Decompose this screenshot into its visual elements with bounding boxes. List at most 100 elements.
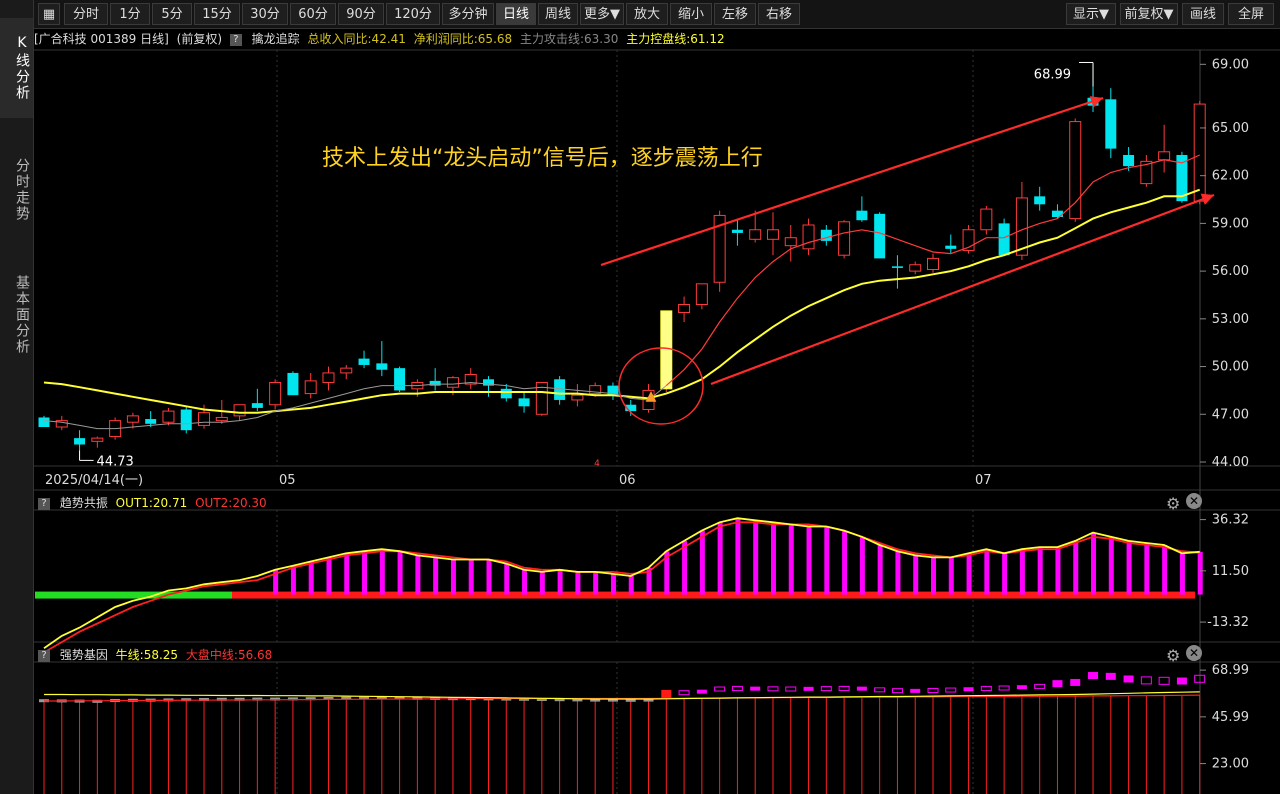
strength-box [767, 686, 779, 692]
candle-body [198, 412, 211, 426]
candle-body [322, 372, 335, 383]
candle [1034, 186, 1046, 211]
price-tick-label: 56.00 [1212, 264, 1249, 279]
out1-line [43, 517, 1200, 650]
candle [1051, 204, 1063, 219]
candle-body [784, 237, 797, 247]
candle [998, 218, 1010, 256]
trend-base-green [35, 591, 232, 599]
trend-bar [682, 540, 688, 595]
candle [394, 366, 406, 393]
candle [678, 296, 691, 323]
trend-bar [1073, 540, 1079, 595]
candle-body [358, 358, 370, 365]
candle [571, 384, 584, 407]
trend-bar [824, 526, 830, 595]
candle-body [571, 394, 584, 401]
strength-box [803, 686, 814, 691]
trend-bar [1162, 545, 1168, 595]
strength-box [980, 685, 992, 691]
out1-value: OUT1:20.71 [115, 496, 188, 510]
trend-bar [1197, 551, 1203, 595]
candle [304, 372, 317, 399]
strength-box [785, 686, 797, 692]
strength-box [1034, 683, 1046, 689]
candle-body [1158, 151, 1171, 161]
candle-body [1193, 103, 1206, 202]
trend-bar [1179, 553, 1185, 595]
help-icon[interactable]: ? [38, 497, 50, 510]
strength-box [820, 686, 832, 692]
candle [856, 196, 868, 222]
trend-bar [1002, 553, 1008, 595]
help-icon[interactable]: ? [38, 649, 50, 662]
candle-body [749, 229, 762, 240]
trend-bar [628, 576, 634, 595]
small-marker: 4 [594, 459, 600, 469]
trend-bar [593, 571, 599, 595]
strength-box [678, 690, 690, 696]
trend-bar [1019, 549, 1025, 595]
candle-body [998, 223, 1010, 256]
candle-body [1105, 99, 1117, 149]
trend-bar [362, 551, 368, 595]
settings-icon[interactable]: ⚙ [1166, 494, 1180, 513]
trend-bar [913, 555, 919, 595]
trend-bar [806, 526, 812, 595]
settings-icon[interactable]: ⚙ [1166, 646, 1180, 665]
chart-canvas[interactable]: ▲ 68.99 44.73 4 69.00 65.00 62.00 59.00 56.00 53… [0, 0, 1280, 794]
candle-body [251, 403, 263, 408]
strength-box [661, 689, 672, 698]
candle [660, 310, 673, 393]
trend-bar [1108, 536, 1114, 595]
candle-body [180, 409, 192, 431]
candle [731, 218, 743, 246]
strength-tick-label: 68.99 [1212, 663, 1249, 678]
candle-body [891, 266, 903, 268]
price-tick-label: 47.00 [1212, 407, 1249, 422]
candle-body [856, 210, 868, 221]
price-tick-label: 59.00 [1212, 216, 1249, 231]
candle [322, 366, 335, 391]
candle-body [145, 419, 157, 424]
trend-bar [1037, 547, 1043, 595]
trend-bar [753, 520, 759, 595]
trend-tick-label: 36.32 [1212, 513, 1249, 528]
out2-line [43, 521, 1200, 654]
trend-bar [468, 559, 474, 595]
close-icon[interactable]: ✕ [1186, 493, 1202, 509]
candle-body [269, 381, 282, 406]
candle [802, 218, 815, 256]
candle-body [1051, 210, 1063, 218]
strength-tick-label: 45.99 [1212, 710, 1249, 725]
low-marker-label: 44.73 [97, 454, 134, 469]
candle [483, 376, 494, 397]
candle [874, 212, 886, 259]
strength-box [1052, 680, 1063, 688]
trend-bar [842, 530, 848, 595]
candle [1140, 154, 1153, 187]
candle [980, 205, 993, 235]
strength-box [1016, 685, 1027, 690]
candle-body [1123, 154, 1135, 167]
upper-trend-arrow-head [1089, 96, 1103, 108]
strength-box [750, 686, 761, 691]
bull-line-value: 牛线:58.25 [115, 648, 179, 662]
series-lines [43, 154, 1201, 430]
price-tick-label: 50.00 [1212, 360, 1249, 375]
candle [429, 368, 441, 391]
candle-body [945, 245, 957, 249]
candle [518, 392, 530, 413]
price-tick-label: 62.00 [1212, 169, 1249, 184]
trend-bar [984, 549, 990, 595]
strength-box [714, 686, 726, 692]
candle-body [287, 372, 299, 396]
candle-body [500, 388, 512, 399]
trend-tick-label: 11.50 [1212, 564, 1249, 579]
trend-bar [308, 561, 314, 595]
x-date-label: 07 [975, 473, 992, 488]
close-icon[interactable]: ✕ [1186, 645, 1202, 661]
candle-body [874, 213, 886, 259]
market-line-value: 大盘中线:56.68 [185, 648, 273, 662]
out2-value: OUT2:20.30 [195, 496, 267, 510]
